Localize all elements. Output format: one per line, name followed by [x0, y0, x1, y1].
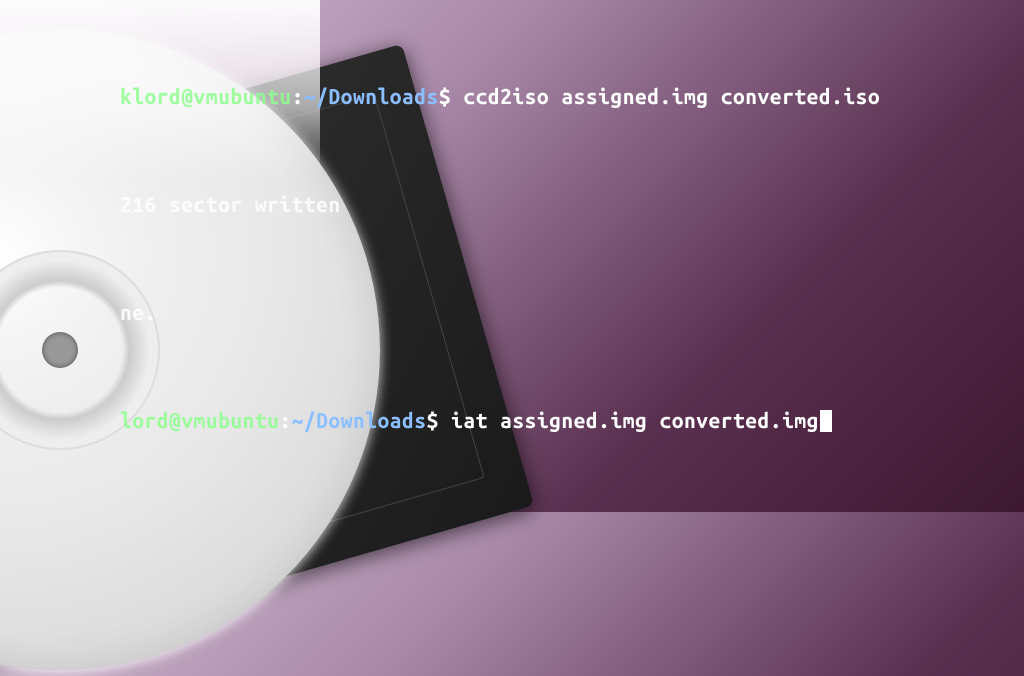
- prompt-path: ~/Downloads: [304, 84, 439, 108]
- terminal-output-2: ne.: [120, 294, 1024, 330]
- command-2: iat assigned.img converted.img: [451, 408, 819, 432]
- terminal-output-1: 216 sector written: [120, 186, 1024, 222]
- prompt-user: lord@vmubuntu: [120, 408, 279, 432]
- command-1: ccd2iso assigned.img converted.iso: [463, 84, 880, 108]
- terminal-line-2[interactable]: lord@vmubuntu:~/Downloads$ iat assigned.…: [120, 402, 1024, 438]
- prompt-dollar: $: [439, 84, 451, 108]
- terminal-cursor: [820, 410, 832, 432]
- prompt-user: klord@vmubuntu: [120, 84, 292, 108]
- terminal-overlay: klord@vmubuntu:~/Downloads$ ccd2iso assi…: [0, 6, 1024, 474]
- terminal-line-1[interactable]: klord@vmubuntu:~/Downloads$ ccd2iso assi…: [120, 78, 1024, 114]
- prompt-separator: :: [292, 84, 304, 108]
- prompt-separator: :: [279, 408, 291, 432]
- prompt-dollar: $: [427, 408, 439, 432]
- prompt-path: ~/Downloads: [292, 408, 427, 432]
